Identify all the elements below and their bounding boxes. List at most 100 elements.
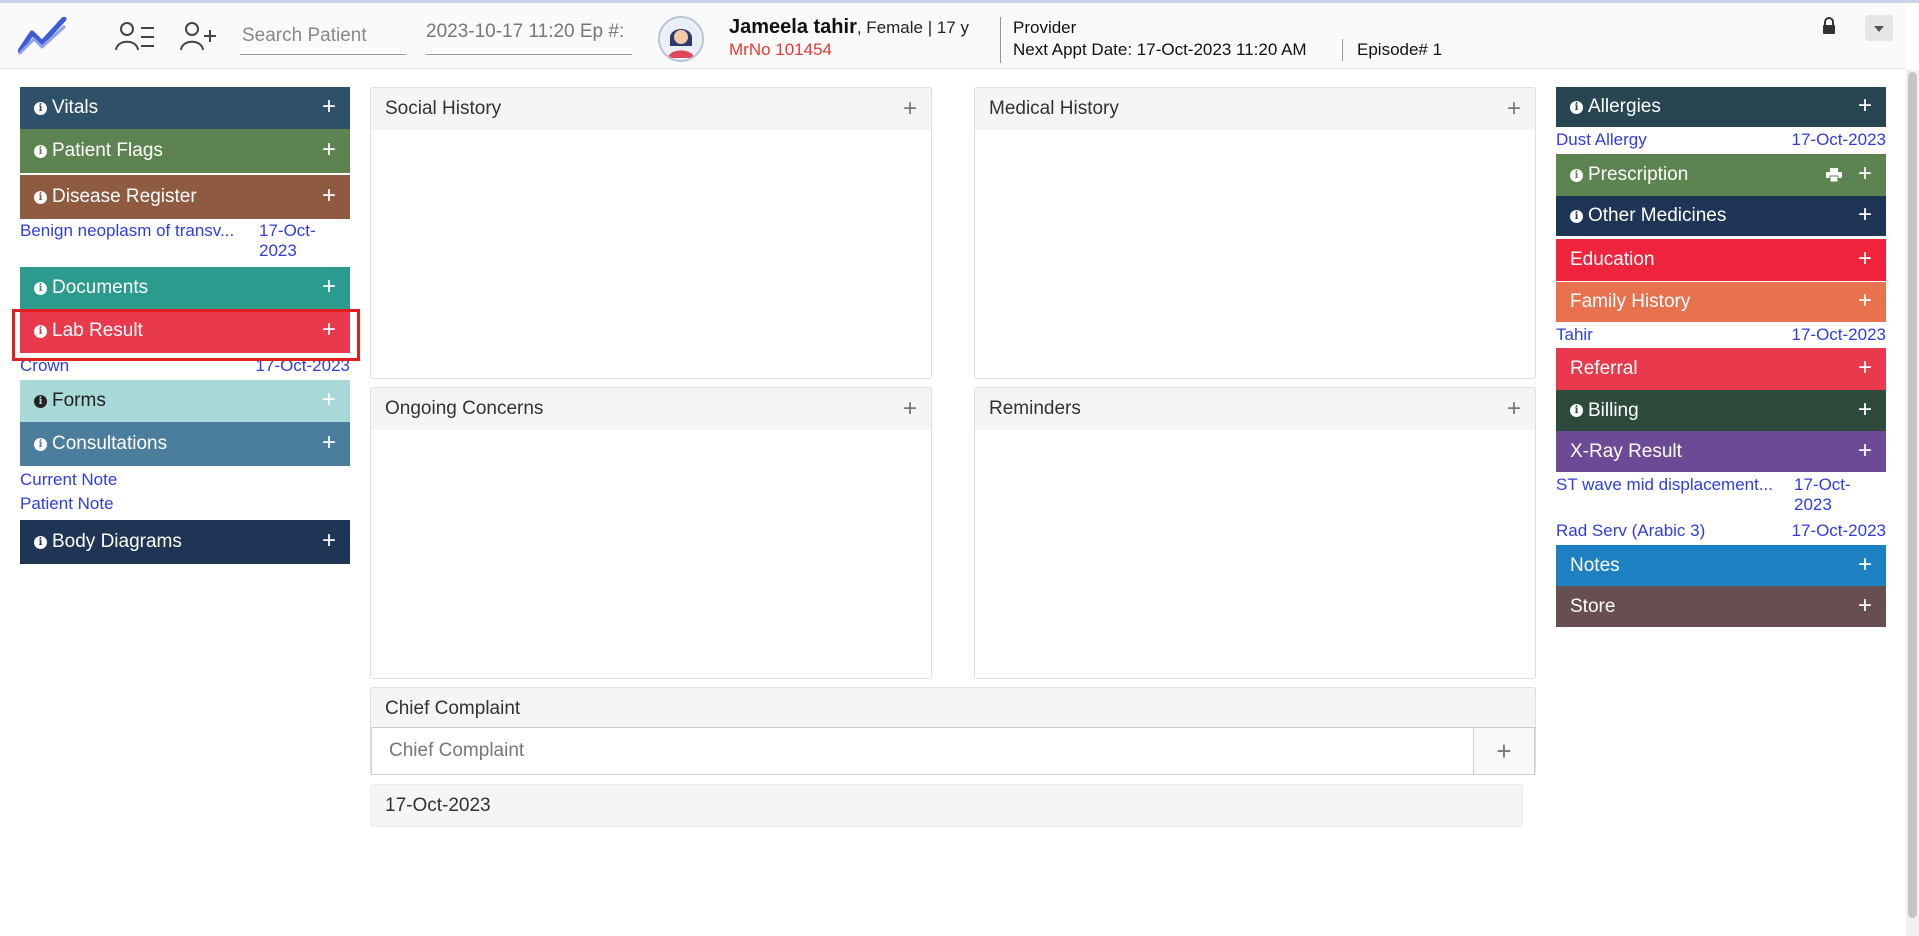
add-prescription-icon[interactable]: + <box>1858 161 1872 186</box>
add-form-icon[interactable]: + <box>322 387 336 412</box>
referral-label: Referral <box>1570 358 1638 379</box>
xray-entry[interactable]: ST wave mid displacement... 17-Oct- 2023 <box>1556 475 1886 517</box>
disease-entry[interactable]: Benign neoplasm of transv... 17-Oct- 2023 <box>20 221 350 263</box>
other-medicines-section[interactable]: i Other Medicines + <box>1556 196 1886 236</box>
other-medicines-label: Other Medicines <box>1588 205 1727 226</box>
patient-flags-section[interactable]: i Patient Flags + <box>20 129 350 173</box>
add-patient-flag-icon[interactable]: + <box>322 137 336 162</box>
xray-entry[interactable]: Rad Serv (Arabic 3) 17-Oct-2023 <box>1556 521 1886 541</box>
logo-icon[interactable] <box>18 17 68 55</box>
add-other-medicine-icon[interactable]: + <box>1858 202 1872 227</box>
provider-label: Provider <box>1013 18 1077 37</box>
xray-entry-name[interactable]: Rad Serv (Arabic 3) <box>1556 521 1705 541</box>
xray-entry-date-line2: 2023 <box>1794 495 1832 514</box>
add-consultation-icon[interactable]: + <box>322 430 336 455</box>
add-document-icon[interactable]: + <box>322 274 336 299</box>
add-lab-result-icon[interactable]: + <box>322 317 336 342</box>
prescription-section[interactable]: i Prescription + <box>1556 154 1886 196</box>
add-reminder-icon[interactable]: + <box>1507 395 1521 423</box>
print-icon[interactable] <box>1826 168 1842 182</box>
add-social-history-icon[interactable]: + <box>903 95 917 123</box>
add-patient-icon[interactable] <box>178 19 218 53</box>
next-appointment: Next Appt Date: 17-Oct-2023 11:20 AM <box>1013 40 1307 59</box>
medical-history-title: Medical History <box>989 98 1119 119</box>
add-xray-result-icon[interactable]: + <box>1858 438 1872 462</box>
add-store-icon[interactable]: + <box>1858 593 1872 617</box>
search-patient-input[interactable] <box>240 17 406 55</box>
add-vitals-icon[interactable]: + <box>322 94 336 119</box>
add-disease-icon[interactable]: + <box>322 183 336 208</box>
chief-complaint-input[interactable] <box>371 727 1475 775</box>
notes-section[interactable]: Notes + <box>1556 545 1886 586</box>
left-column: i Vitals + i Patient Flags + i Disease R… <box>20 87 350 564</box>
patient-note-link[interactable]: Patient Note <box>20 492 350 516</box>
family-history-section[interactable]: Family History + <box>1556 282 1886 322</box>
billing-section[interactable]: i Billing + <box>1556 390 1886 431</box>
right-column: i Allergies + Dust Allergy 17-Oct-2023 i… <box>1556 87 1886 627</box>
forms-label: Forms <box>52 390 106 411</box>
lock-icon[interactable] <box>1822 17 1836 35</box>
complaint-date-entry[interactable]: 17-Oct-2023 <box>370 784 1523 827</box>
patient-name: Jameela tahir <box>729 16 857 38</box>
body-diagrams-section[interactable]: i Body Diagrams + <box>20 520 350 564</box>
forms-section[interactable]: i Forms + <box>20 380 350 422</box>
social-history-panel: Social History + <box>370 87 932 379</box>
lab-result-label: Lab Result <box>52 320 143 341</box>
add-family-history-icon[interactable]: + <box>1858 288 1872 313</box>
disease-entry-name[interactable]: Benign neoplasm of transv... <box>20 221 234 263</box>
vitals-section[interactable]: i Vitals + <box>20 87 350 129</box>
family-history-label: Family History <box>1570 291 1691 312</box>
info-icon: i <box>34 101 47 115</box>
vitals-label: Vitals <box>52 97 99 118</box>
info-icon: i <box>1570 100 1583 114</box>
disease-entry-date: 17-Oct- 2023 <box>255 221 350 263</box>
add-billing-icon[interactable]: + <box>1858 397 1872 421</box>
consultation-links: Current Note Patient Note <box>20 468 350 520</box>
lab-result-entry-date: 17-Oct-2023 <box>255 356 351 375</box>
add-medical-history-icon[interactable]: + <box>1507 95 1521 123</box>
family-history-entry-date: 17-Oct-2023 <box>1791 325 1887 344</box>
header-bar: 2023-10-17 11:20 Ep #: Jameela tahir, Fe… <box>0 3 1906 69</box>
info-icon: i <box>1570 209 1583 223</box>
dropdown-icon[interactable] <box>1865 15 1893 41</box>
xray-entry-date: 17-Oct-2023 <box>1790 475 1886 517</box>
scrollbar-thumb[interactable] <box>1908 72 1917 918</box>
consultations-section[interactable]: i Consultations + <box>20 422 350 466</box>
disease-entry-date-line2: 2023 <box>259 241 297 260</box>
add-chief-complaint-button[interactable]: + <box>1473 727 1535 775</box>
xray-result-section[interactable]: X-Ray Result + <box>1556 431 1886 472</box>
add-referral-icon[interactable]: + <box>1858 355 1872 380</box>
add-body-diagram-icon[interactable]: + <box>322 528 336 553</box>
allergy-entry[interactable]: Dust Allergy 17-Oct-2023 <box>1556 130 1886 152</box>
allergy-entry-name[interactable]: Dust Allergy <box>1556 130 1647 152</box>
lab-result-section[interactable]: i Lab Result + <box>20 309 350 353</box>
ongoing-concerns-title: Ongoing Concerns <box>385 398 544 419</box>
patient-list-icon[interactable] <box>115 19 155 53</box>
reminders-title: Reminders <box>989 398 1081 419</box>
info-icon: i <box>34 190 47 204</box>
current-note-link[interactable]: Current Note <box>20 468 350 492</box>
xray-entry-name[interactable]: ST wave mid displacement... <box>1556 475 1773 517</box>
xray-result-label: X-Ray Result <box>1570 440 1682 462</box>
add-allergy-icon[interactable]: + <box>1858 93 1872 118</box>
referral-section[interactable]: Referral + <box>1556 348 1886 390</box>
reminders-panel: Reminders + <box>974 387 1536 679</box>
allergies-section[interactable]: i Allergies + <box>1556 87 1886 127</box>
header-divider <box>1000 17 1001 63</box>
xray-entry-date-line1: 17-Oct- <box>1794 475 1851 494</box>
family-history-entry-name[interactable]: Tahir <box>1556 325 1593 347</box>
store-section[interactable]: Store + <box>1556 586 1886 627</box>
disease-register-section[interactable]: i Disease Register + <box>20 175 350 219</box>
education-section[interactable]: Education + <box>1556 239 1886 281</box>
info-icon: i <box>34 324 47 338</box>
add-note-icon[interactable]: + <box>1858 552 1872 576</box>
documents-section[interactable]: i Documents + <box>20 267 350 309</box>
lab-result-entry-name[interactable]: Crown <box>20 356 69 378</box>
billing-label: Billing <box>1588 399 1639 421</box>
add-ongoing-concern-icon[interactable]: + <box>903 395 917 423</box>
lab-result-entry[interactable]: Crown 17-Oct-2023 <box>20 356 350 378</box>
family-history-entry[interactable]: Tahir 17-Oct-2023 <box>1556 325 1886 347</box>
episode-date-field[interactable]: 2023-10-17 11:20 Ep #: <box>426 17 632 55</box>
info-icon: i <box>34 394 47 408</box>
add-education-icon[interactable]: + <box>1858 246 1872 271</box>
